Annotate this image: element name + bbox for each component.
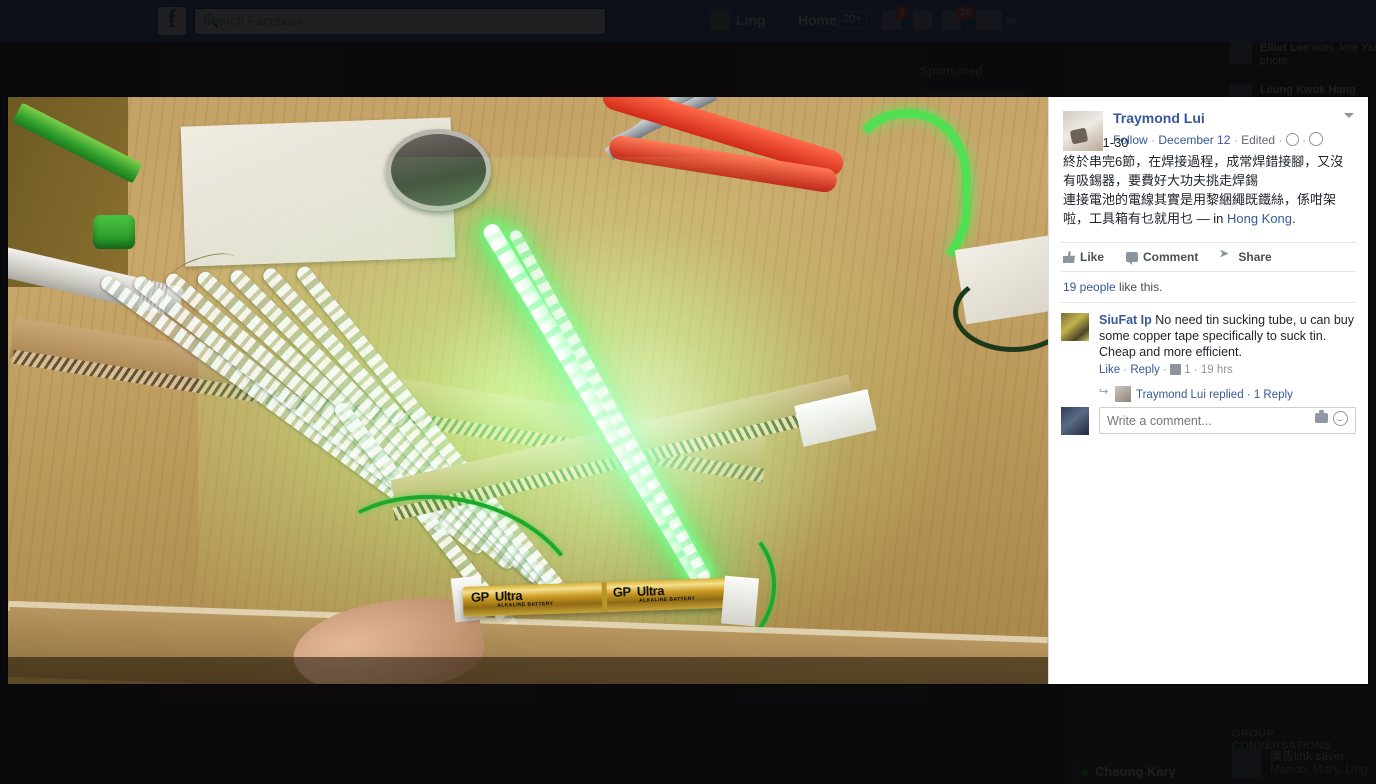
comment-replies-row[interactable]: ↪ Traymond Lui replied · 1 Reply xyxy=(1099,382,1356,402)
green-glowing-tube xyxy=(843,109,971,277)
battery-subtext: ALKALINE BATTERY xyxy=(639,595,696,604)
post-location-dash: — in xyxy=(1196,211,1227,226)
comment-item: SiuFat Ip No need tin sucking tube, u ca… xyxy=(1061,312,1356,402)
post-edited-label: Edited xyxy=(1241,133,1276,147)
comment-meta: Like · Reply · 1 · 19 hrs xyxy=(1099,364,1233,376)
photo-viewer-image[interactable]: GP Ultra ALKALINE BATTERY GP Ultra ALKAL… xyxy=(8,97,1048,684)
comment-time[interactable]: 19 hrs xyxy=(1201,364,1233,376)
thumbs-up-mini-icon xyxy=(1169,364,1181,375)
battery-subtext: ALKALINE BATTERY xyxy=(497,600,554,609)
comment-like-count: 1 xyxy=(1184,364,1191,376)
like-button-label: Like xyxy=(1080,250,1105,264)
share-arrow-icon xyxy=(1219,247,1233,263)
comments-list: SiuFat Ip No need tin sucking tube, u ca… xyxy=(1061,302,1356,450)
comment-reply-link[interactable]: Reply xyxy=(1130,364,1159,376)
comment-bubble-icon xyxy=(1126,252,1139,265)
photo-theater-lightbox: GP Ultra ALKALINE BATTERY GP Ultra ALKAL… xyxy=(8,97,1368,684)
share-button[interactable]: Share xyxy=(1219,247,1272,265)
avatar[interactable] xyxy=(1061,407,1089,435)
globe-privacy-icon[interactable] xyxy=(1309,132,1324,146)
battery-brand: GP xyxy=(470,589,489,605)
camera-icon[interactable] xyxy=(1315,410,1328,423)
thumbs-up-icon xyxy=(1063,251,1075,263)
solder-tin-lid xyxy=(386,129,491,211)
post-meta: Follow · December 12 · Edited · · xyxy=(1113,130,1324,147)
follow-link[interactable]: Follow xyxy=(1113,133,1148,147)
comment-button[interactable]: Comment xyxy=(1126,250,1199,265)
battery-seam xyxy=(601,581,608,613)
avatar[interactable] xyxy=(1063,111,1103,151)
comment-text: SiuFat Ip No need tin sucking tube, u ca… xyxy=(1099,312,1356,360)
likes-count-link[interactable]: 19 people xyxy=(1063,280,1116,294)
emoji-icon[interactable] xyxy=(1333,411,1348,426)
post-date[interactable]: December 12 xyxy=(1158,133,1230,147)
likes-summary: 19 people like this. xyxy=(1061,271,1356,302)
photo-details-sidebar: Traymond Lui Follow · December 12 · Edit… xyxy=(1048,97,1368,684)
photo-bottom-shadow xyxy=(8,657,1048,684)
chevron-down-icon[interactable] xyxy=(1344,113,1354,118)
comment-button-label: Comment xyxy=(1143,250,1199,264)
reply-count-label[interactable]: 1 Reply xyxy=(1254,389,1293,401)
share-button-label: Share xyxy=(1238,250,1272,264)
battery-brand: GP xyxy=(612,584,631,600)
write-comment-row xyxy=(1061,401,1356,444)
post-location-link[interactable]: Hong Kong xyxy=(1227,211,1292,226)
post-action-bar: Like Comment Share xyxy=(1061,242,1356,271)
comment-author[interactable]: SiuFat Ip xyxy=(1099,313,1152,327)
green-bottle-cap xyxy=(93,215,135,249)
post-author-name[interactable]: Traymond Lui xyxy=(1113,110,1205,126)
like-button[interactable]: Like xyxy=(1063,250,1104,264)
comment-like-link[interactable]: Like xyxy=(1099,364,1120,376)
post-location-period: . xyxy=(1292,211,1296,226)
post-header: Traymond Lui Follow · December 12 · Edit… xyxy=(1049,97,1368,151)
white-tape xyxy=(720,575,760,627)
avatar[interactable] xyxy=(1061,313,1089,341)
likes-suffix: like this. xyxy=(1115,280,1163,294)
replied-by-label[interactable]: Traymond Lui replied xyxy=(1136,389,1244,401)
clock-icon xyxy=(1285,133,1299,146)
reply-arrow-icon: ↪ xyxy=(1099,386,1109,398)
avatar[interactable] xyxy=(1115,386,1131,402)
